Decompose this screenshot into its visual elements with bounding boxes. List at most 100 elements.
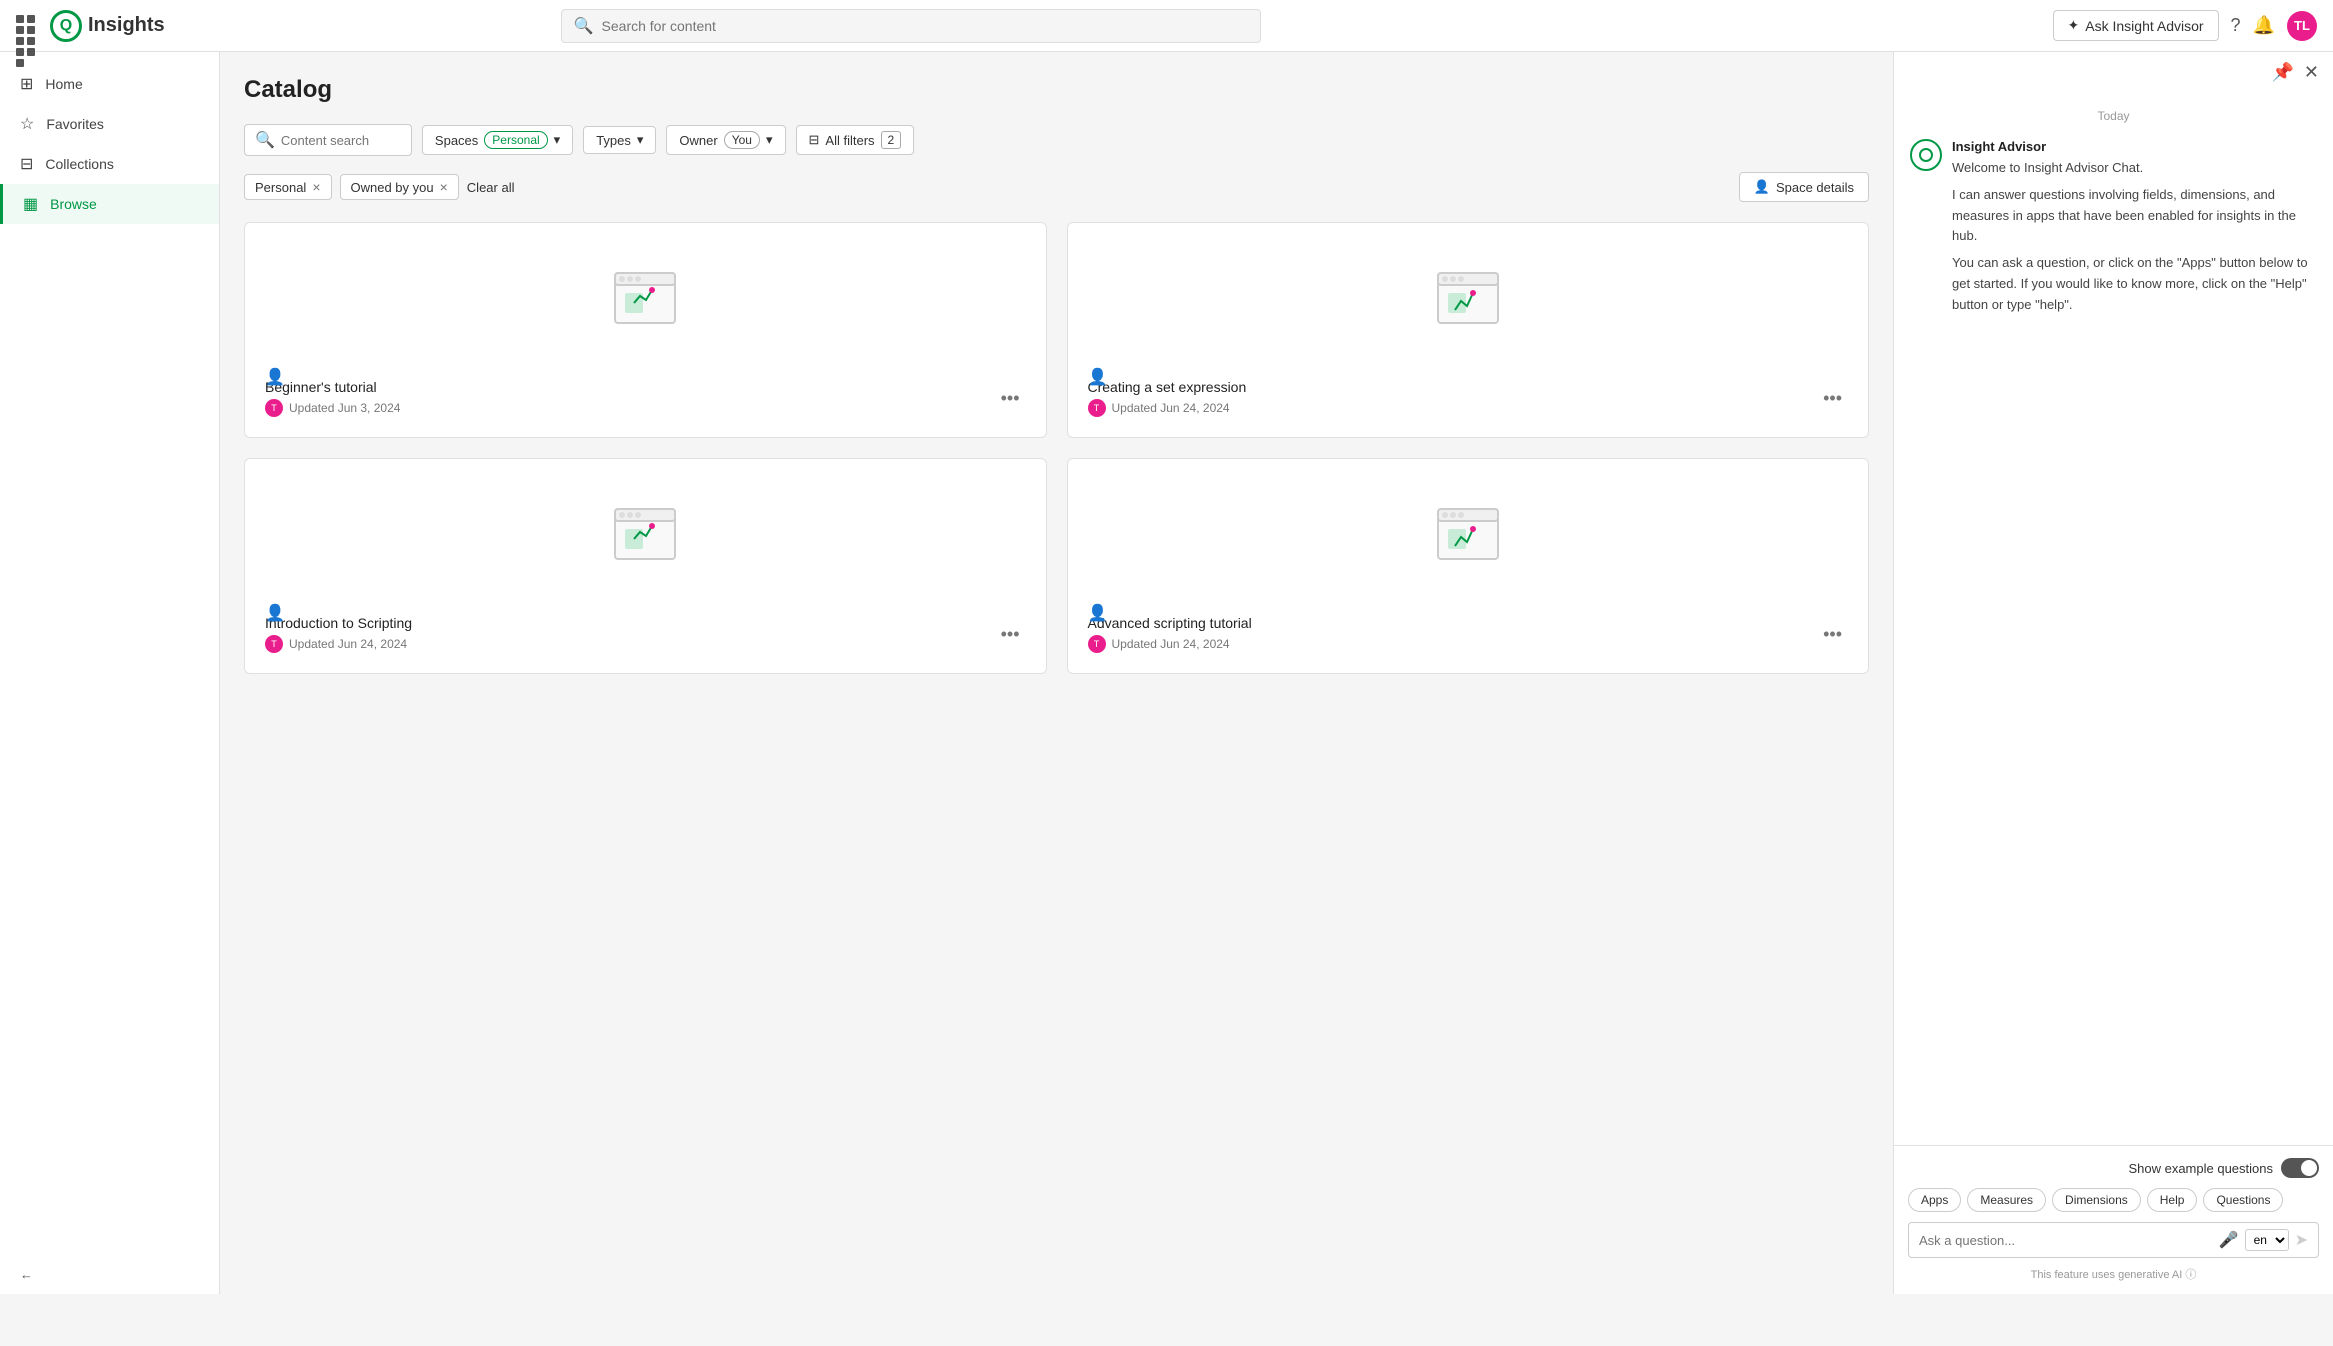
sidebar-item-home[interactable]: ⊞ Home [0, 64, 219, 104]
info-icon: ⓘ [2185, 1269, 2196, 1281]
card-footer: Creating a set expression T Updated Jun … [1088, 379, 1849, 417]
space-details-label: Space details [1776, 180, 1854, 195]
chat-sender-name: Insight Advisor [1952, 139, 2317, 154]
personal-filter-label: Personal [255, 180, 306, 195]
card-updated: Updated Jun 24, 2024 [289, 637, 407, 651]
quick-btn-questions[interactable]: Questions [2203, 1188, 2283, 1212]
search-input[interactable] [602, 18, 1248, 34]
close-panel-icon[interactable]: ✕ [2304, 62, 2319, 83]
card-owner-avatar: T [1088, 635, 1106, 653]
show-examples-toggle[interactable] [2281, 1158, 2319, 1178]
sidebar-item-collections[interactable]: ⊟ Collections [0, 144, 219, 184]
avatar[interactable]: TL [2287, 11, 2317, 41]
favorites-icon: ☆ [20, 114, 34, 134]
card-info: Beginner's tutorial T Updated Jun 3, 202… [265, 379, 400, 417]
owner-chevron-icon: ▾ [766, 132, 773, 148]
chat-content: Insight Advisor Welcome to Insight Advis… [1952, 139, 2317, 316]
remove-personal-filter-button[interactable]: × [312, 179, 320, 195]
chat-message: Insight Advisor Welcome to Insight Advis… [1910, 139, 2317, 316]
sidebar-item-browse[interactable]: ▦ Browse [0, 184, 219, 224]
card-user-icon: 👤 [1088, 367, 1108, 387]
card-info: Creating a set expression T Updated Jun … [1088, 379, 1247, 417]
ask-question-input[interactable] [1919, 1233, 2211, 1248]
toggle-knob [2301, 1160, 2317, 1176]
owner-filter-label: Owner [679, 133, 717, 148]
content-search-box[interactable]: 🔍 [244, 124, 412, 156]
card-more-button[interactable]: ••• [1817, 386, 1848, 411]
card-thumbnail [1088, 479, 1849, 599]
sidebar-item-home-label: Home [45, 76, 82, 92]
card-meta: T Updated Jun 24, 2024 [1088, 635, 1252, 653]
quick-btn-apps[interactable]: Apps [1908, 1188, 1961, 1212]
pin-icon[interactable]: 📌 [2271, 62, 2293, 83]
card-thumbnail [265, 243, 1026, 363]
owner-filter-button[interactable]: Owner You ▾ [666, 125, 785, 155]
active-filter-personal: Personal × [244, 174, 332, 200]
card-more-button[interactable]: ••• [995, 386, 1026, 411]
card-updated: Updated Jun 3, 2024 [289, 401, 400, 415]
card-info: Introduction to Scripting T Updated Jun … [265, 615, 412, 653]
quick-btn-measures[interactable]: Measures [1967, 1188, 2046, 1212]
ai-note-text: This feature uses generative AI [2031, 1269, 2183, 1281]
card-meta: T Updated Jun 24, 2024 [1088, 399, 1247, 417]
table-row[interactable]: 👤 Creating a set expression T Updated Ju… [1067, 222, 1870, 438]
card-footer: Beginner's tutorial T Updated Jun 3, 202… [265, 379, 1026, 417]
topbar-left: Q Insights [16, 10, 165, 42]
insight-advisor-panel: 📌 ✕ Today Insight Advisor Welcome to Ins… [1893, 52, 2333, 1294]
all-filters-button[interactable]: ⊟ All filters 2 [796, 125, 915, 155]
ask-question-input-row[interactable]: 🎤 en ➤ [1908, 1222, 2319, 1258]
ask-row-right: 🎤 en ➤ [2219, 1229, 2308, 1251]
microphone-icon[interactable]: 🎤 [2219, 1230, 2239, 1250]
active-filters-row: Personal × Owned by you × Clear all 👤 Sp… [244, 172, 1869, 202]
app-name: Insights [88, 14, 165, 37]
card-updated: Updated Jun 24, 2024 [1112, 401, 1230, 415]
grid-menu-icon[interactable] [16, 15, 38, 37]
table-row[interactable]: 👤 Advanced scripting tutorial T Updated … [1067, 458, 1870, 674]
table-row[interactable]: 👤 Introduction to Scripting T Updated Ju… [244, 458, 1047, 674]
search-icon: 🔍 [574, 16, 594, 36]
ask-insight-advisor-button[interactable]: ✦ Ask Insight Advisor [2053, 10, 2219, 41]
send-message-icon[interactable]: ➤ [2295, 1230, 2308, 1250]
topbar: Q Insights 🔍 ✦ Ask Insight Advisor ? 🔔 T… [0, 0, 2333, 52]
collections-icon: ⊟ [20, 154, 33, 174]
card-title: Creating a set expression [1088, 379, 1247, 395]
language-selector[interactable]: en [2245, 1229, 2289, 1251]
quick-btn-help[interactable]: Help [2147, 1188, 2198, 1212]
chat-text-line2: I can answer questions involving fields,… [1952, 185, 2317, 247]
panel-header: 📌 ✕ [1894, 52, 2333, 93]
card-owner-avatar: T [265, 399, 283, 417]
quick-buttons-row: Apps Measures Dimensions Help Questions [1908, 1188, 2319, 1212]
table-row[interactable]: 👤 Beginner's tutorial T Updated Jun 3, 2… [244, 222, 1047, 438]
chat-area: Today Insight Advisor Welcome to Insight… [1894, 93, 2333, 1145]
insight-icon-inner [1919, 148, 1933, 162]
spaces-filter-label: Spaces [435, 133, 478, 148]
sidebar: ⊞ Home ☆ Favorites ⊟ Collections ▦ Brows… [0, 52, 220, 1294]
clear-all-filters-button[interactable]: Clear all [467, 180, 515, 195]
card-more-button[interactable]: ••• [995, 622, 1026, 647]
remove-owned-filter-button[interactable]: × [440, 179, 448, 195]
spaces-chevron-icon: ▾ [554, 132, 561, 148]
card-title: Introduction to Scripting [265, 615, 412, 631]
quick-btn-dimensions[interactable]: Dimensions [2052, 1188, 2141, 1212]
show-examples-row: Show example questions [1908, 1158, 2319, 1178]
chat-text-line1: Welcome to Insight Advisor Chat. [1952, 158, 2317, 179]
sidebar-collapse-button[interactable]: ← [20, 1267, 199, 1282]
sidebar-nav: ⊞ Home ☆ Favorites ⊟ Collections ▦ Brows… [0, 52, 219, 236]
filter-funnel-icon: ⊟ [809, 132, 820, 148]
active-filter-owned: Owned by you × [340, 174, 459, 200]
space-details-button[interactable]: 👤 Space details [1739, 172, 1869, 202]
types-filter-button[interactable]: Types ▾ [583, 126, 656, 154]
page-title: Catalog [244, 76, 1869, 104]
help-icon[interactable]: ? [2231, 15, 2241, 36]
sidebar-item-favorites[interactable]: ☆ Favorites [0, 104, 219, 144]
browse-icon: ▦ [23, 194, 38, 214]
content-search-input[interactable] [281, 133, 401, 148]
qlik-logo[interactable]: Q Insights [50, 10, 165, 42]
notifications-icon[interactable]: 🔔 [2253, 15, 2275, 36]
global-search-box[interactable]: 🔍 [561, 9, 1261, 43]
card-more-button[interactable]: ••• [1817, 622, 1848, 647]
spaces-filter-button[interactable]: Spaces Personal ▾ [422, 125, 573, 155]
spaces-filter-value: Personal [484, 131, 547, 149]
person-icon: 👤 [1754, 179, 1770, 195]
ai-disclaimer: This feature uses generative AI ⓘ [1908, 1266, 2319, 1282]
